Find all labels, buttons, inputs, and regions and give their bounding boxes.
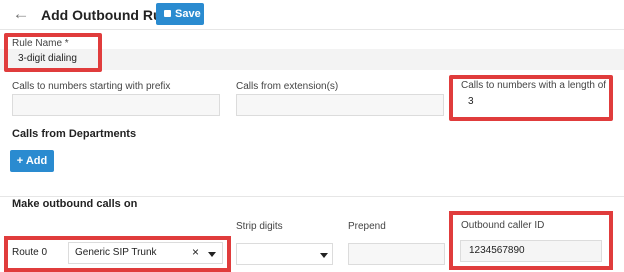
rule-name-label: Rule Name * — [12, 38, 69, 49]
prepend-label: Prepend — [348, 221, 386, 232]
add-department-button[interactable]: + Add — [10, 150, 54, 172]
back-arrow-icon[interactable]: ← — [10, 4, 32, 24]
trunk-select[interactable]: Generic SIP Trunk × — [68, 242, 223, 264]
plus-icon: + — [16, 155, 26, 167]
save-button-label: Save — [175, 8, 201, 20]
length-label: Calls to numbers with a length of — [461, 80, 607, 91]
save-button[interactable]: Save — [156, 3, 204, 25]
prepend-input[interactable] — [348, 243, 445, 265]
rule-name-input[interactable]: 3-digit dialing — [18, 53, 77, 64]
route-label: Route 0 — [12, 247, 48, 258]
strip-digits-label: Strip digits — [236, 221, 283, 232]
outbound-title: Make outbound calls on — [12, 198, 138, 210]
extensions-input[interactable] — [236, 94, 444, 116]
trunk-select-value: Generic SIP Trunk — [75, 247, 157, 258]
divider — [0, 196, 624, 197]
chevron-down-icon — [320, 253, 328, 258]
prefix-label: Calls to numbers starting with prefix — [12, 81, 171, 92]
length-input[interactable]: 3 — [468, 96, 474, 107]
page-title: Add Outbound Rule — [41, 7, 174, 23]
caller-id-label: Outbound caller ID — [461, 220, 545, 231]
caller-id-input[interactable]: 1234567890 — [460, 240, 602, 262]
prefix-input[interactable] — [12, 94, 220, 116]
strip-digits-select[interactable] — [236, 243, 333, 265]
add-button-label: Add — [25, 155, 48, 167]
chevron-down-icon[interactable] — [208, 252, 216, 257]
extensions-label: Calls from extension(s) — [236, 81, 339, 92]
clear-icon[interactable]: × — [192, 245, 199, 259]
floppy-disk-icon — [164, 9, 171, 17]
departments-title: Calls from Departments — [12, 128, 137, 140]
